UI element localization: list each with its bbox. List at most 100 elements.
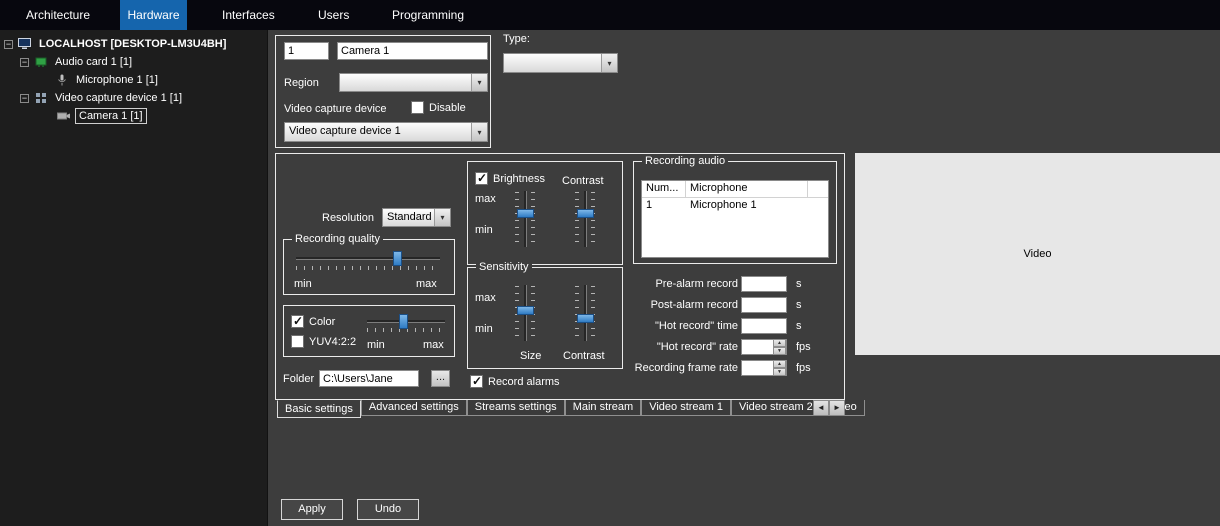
nav-tab-interfaces[interactable]: Interfaces <box>212 0 285 30</box>
video-capture-device-icon <box>33 92 48 104</box>
recording-frame-rate-spinner: ▲ ▼ <box>773 360 786 376</box>
slider-handle[interactable] <box>393 251 403 266</box>
recording-audio-table: Num... Microphone 1 Microphone 1 <box>641 180 829 258</box>
tree-item-label: LOCALHOST [DESKTOP-LM3U4BH] <box>39 38 227 50</box>
record-alarms-checkbox[interactable] <box>470 374 483 388</box>
folder-label: Folder <box>283 373 315 385</box>
capture-device-combo[interactable]: Video capture device 1 ▾ <box>284 122 488 142</box>
collapse-icon[interactable]: − <box>4 39 13 49</box>
tab-video-stream-2[interactable]: Video stream 2 <box>731 400 821 416</box>
yuv-label: YUV4:2:2 <box>309 335 357 348</box>
tree-item-video-capture-device[interactable]: − Video capture device 1 [1] <box>20 89 185 107</box>
brightness-checkbox-row: Brightness <box>475 171 545 185</box>
undo-button[interactable]: Undo <box>357 499 419 520</box>
collapse-icon[interactable]: − <box>20 93 29 103</box>
size-label: Size <box>520 350 542 362</box>
tab-video-stream-1[interactable]: Video stream 1 <box>641 400 732 416</box>
collapse-icon[interactable]: − <box>20 57 29 67</box>
slider-handle[interactable] <box>517 306 534 316</box>
hot-record-rate-label: "Hot record" rate <box>656 341 738 353</box>
tree-item-label: Video capture device 1 [1] <box>55 92 182 104</box>
sensitivity-group: Sensitivity max min Size Contrast <box>467 261 623 369</box>
sensitivity-title: Sensitivity <box>476 261 532 274</box>
recording-quality-group: Recording quality min max <box>283 233 455 295</box>
spinner-up-icon[interactable]: ▲ <box>773 339 786 347</box>
slider-handle[interactable] <box>517 209 534 219</box>
brightness-slider[interactable] <box>513 188 537 250</box>
type-label: Type: <box>503 33 530 45</box>
resolution-combo[interactable]: Standard ▾ <box>382 208 451 227</box>
tree-item-microphone[interactable]: Microphone 1 [1] <box>54 71 161 89</box>
folder-browse-button[interactable]: ... <box>431 370 450 387</box>
min-label: min <box>475 323 493 335</box>
chevron-down-icon[interactable]: ▾ <box>471 123 487 141</box>
disable-checkbox-row: Disable <box>411 101 466 114</box>
tree-item-label: Camera 1 [1] <box>75 108 147 124</box>
slider-handle[interactable] <box>577 209 594 219</box>
chevron-down-icon[interactable]: ▾ <box>434 209 450 226</box>
record-alarms-checkbox-row: Record alarms <box>470 374 560 388</box>
nav-tab-programming[interactable]: Programming <box>382 0 474 30</box>
capture-device-combo-value: Video capture device 1 <box>289 125 401 137</box>
resolution-combo-value: Standard <box>387 211 432 223</box>
hot-record-rate-unit: fps <box>796 341 811 353</box>
color-label: Color <box>309 315 336 328</box>
tab-streams-settings[interactable]: Streams settings <box>466 400 565 416</box>
spinner-down-icon[interactable]: ▼ <box>773 368 786 376</box>
tab-main-stream[interactable]: Main stream <box>564 400 642 416</box>
max-label: max <box>416 278 437 290</box>
column-header-number[interactable]: Num... <box>642 181 686 197</box>
recording-quality-title: Recording quality <box>292 233 383 246</box>
tree-item-localhost[interactable]: − LOCALHOST [DESKTOP-LM3U4BH] <box>4 35 229 53</box>
sensitivity-size-slider[interactable] <box>513 282 537 344</box>
nav-tab-users[interactable]: Users <box>308 0 359 30</box>
max-label: max <box>475 292 496 304</box>
color-checkbox-row: Color <box>291 314 336 328</box>
hardware-tree: − LOCALHOST [DESKTOP-LM3U4BH] − Audio ca… <box>0 30 268 526</box>
computer-icon <box>17 38 32 50</box>
hot-record-time-input[interactable] <box>741 318 787 334</box>
region-label: Region <box>284 77 319 89</box>
tab-scroll-right-icon[interactable]: ► <box>829 400 845 416</box>
recording-frame-rate-label: Recording frame rate <box>634 362 738 374</box>
chevron-down-icon[interactable]: ▾ <box>601 54 617 72</box>
post-alarm-record-input[interactable] <box>741 297 787 313</box>
color-checkbox[interactable] <box>291 314 304 328</box>
hot-record-time-unit: s <box>796 320 802 332</box>
table-row[interactable]: 1 Microphone 1 <box>642 198 828 215</box>
table-header: Num... Microphone <box>642 181 828 198</box>
tab-advanced-settings[interactable]: Advanced settings <box>360 400 467 416</box>
device-name-input[interactable] <box>337 42 488 60</box>
contrast-slider[interactable] <box>573 188 597 250</box>
slider-handle[interactable] <box>577 314 594 324</box>
column-header-microphone[interactable]: Microphone <box>686 181 808 197</box>
nav-tab-architecture[interactable]: Architecture <box>16 0 100 30</box>
chevron-down-icon[interactable]: ▾ <box>471 74 487 91</box>
region-combo[interactable]: ▾ <box>339 73 488 92</box>
tab-scroll-left-icon[interactable]: ◄ <box>813 400 829 416</box>
nav-tab-hardware[interactable]: Hardware <box>120 0 187 30</box>
slider-handle[interactable] <box>399 314 409 329</box>
video-preview-label: Video <box>1023 248 1052 260</box>
max-label: max <box>423 339 444 351</box>
hot-record-rate-spinner: ▲ ▼ <box>773 339 786 355</box>
recording-quality-slider[interactable] <box>292 251 444 270</box>
brightness-checkbox[interactable] <box>475 171 488 185</box>
apply-button[interactable]: Apply <box>281 499 343 520</box>
pre-alarm-record-input[interactable] <box>741 276 787 292</box>
tab-basic-settings[interactable]: Basic settings <box>277 400 361 418</box>
record-alarms-label: Record alarms <box>488 375 560 388</box>
type-combo[interactable]: ▾ <box>503 53 618 73</box>
color-slider[interactable] <box>363 314 449 332</box>
yuv-checkbox-row: YUV4:2:2 <box>291 335 356 348</box>
spinner-up-icon[interactable]: ▲ <box>773 360 786 368</box>
tree-item-audio-card[interactable]: − Audio card 1 [1] <box>20 53 135 71</box>
disable-checkbox[interactable] <box>411 101 424 114</box>
post-alarm-record-unit: s <box>796 299 802 311</box>
folder-input[interactable] <box>319 370 419 387</box>
spinner-down-icon[interactable]: ▼ <box>773 347 786 355</box>
device-id-input[interactable] <box>284 42 329 60</box>
sensitivity-contrast-slider[interactable] <box>573 282 597 344</box>
yuv-checkbox[interactable] <box>291 335 304 348</box>
tree-item-camera[interactable]: Camera 1 [1] <box>56 107 147 125</box>
